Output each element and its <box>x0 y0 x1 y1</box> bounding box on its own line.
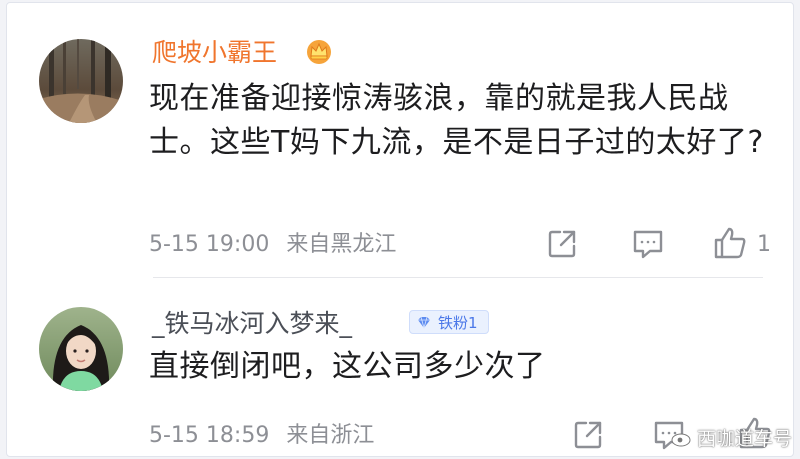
like-icon[interactable] <box>712 225 748 265</box>
diamond-icon <box>418 316 430 329</box>
comment-text: 直接倒闭吧，这公司多少次了 <box>149 349 546 384</box>
fan-badge-label: 铁粉1 <box>438 314 478 332</box>
comment-time: 5-15 19:00 <box>149 232 270 257</box>
comment-time: 5-15 18:59 <box>149 423 270 448</box>
comment-icon[interactable] <box>631 228 665 264</box>
comment-text: 现在准备迎接惊涛骇浪，靠的就是我人民战士。这些T妈下九流，是不是日子过的太好了? <box>149 81 764 160</box>
username[interactable]: _铁马冰河入梦来_ <box>152 311 352 336</box>
share-icon[interactable] <box>546 228 578 264</box>
comments-panel: 爬坡小霸王 现在准备迎接惊涛骇浪，靠的就是我人民战士。这些T妈下九流，是不是日子… <box>6 2 794 457</box>
avatar[interactable] <box>39 39 123 123</box>
comment-meta: 5-15 19:00 来自黑龙江 <box>149 234 396 256</box>
divider <box>153 277 763 278</box>
comment-item: 爬坡小霸王 现在准备迎接惊涛骇浪，靠的就是我人民战士。这些T妈下九流，是不是日子… <box>7 3 793 273</box>
like-count: 1 <box>757 232 771 257</box>
username[interactable]: 爬坡小霸王 <box>152 40 277 65</box>
fan-badge: 铁粉1 <box>409 310 489 334</box>
avatar[interactable] <box>39 307 123 391</box>
comment-location: 来自浙江 <box>286 423 375 448</box>
weibo-logo-icon <box>671 430 692 446</box>
crown-badge-icon <box>303 37 335 65</box>
watermark-text: 西咖道车号 <box>696 428 792 450</box>
watermark: 西咖道车号 <box>671 424 792 451</box>
comment-location: 来自黑龙江 <box>286 232 397 257</box>
share-icon[interactable] <box>572 419 604 455</box>
comment-meta: 5-15 18:59 来自浙江 <box>149 425 374 447</box>
